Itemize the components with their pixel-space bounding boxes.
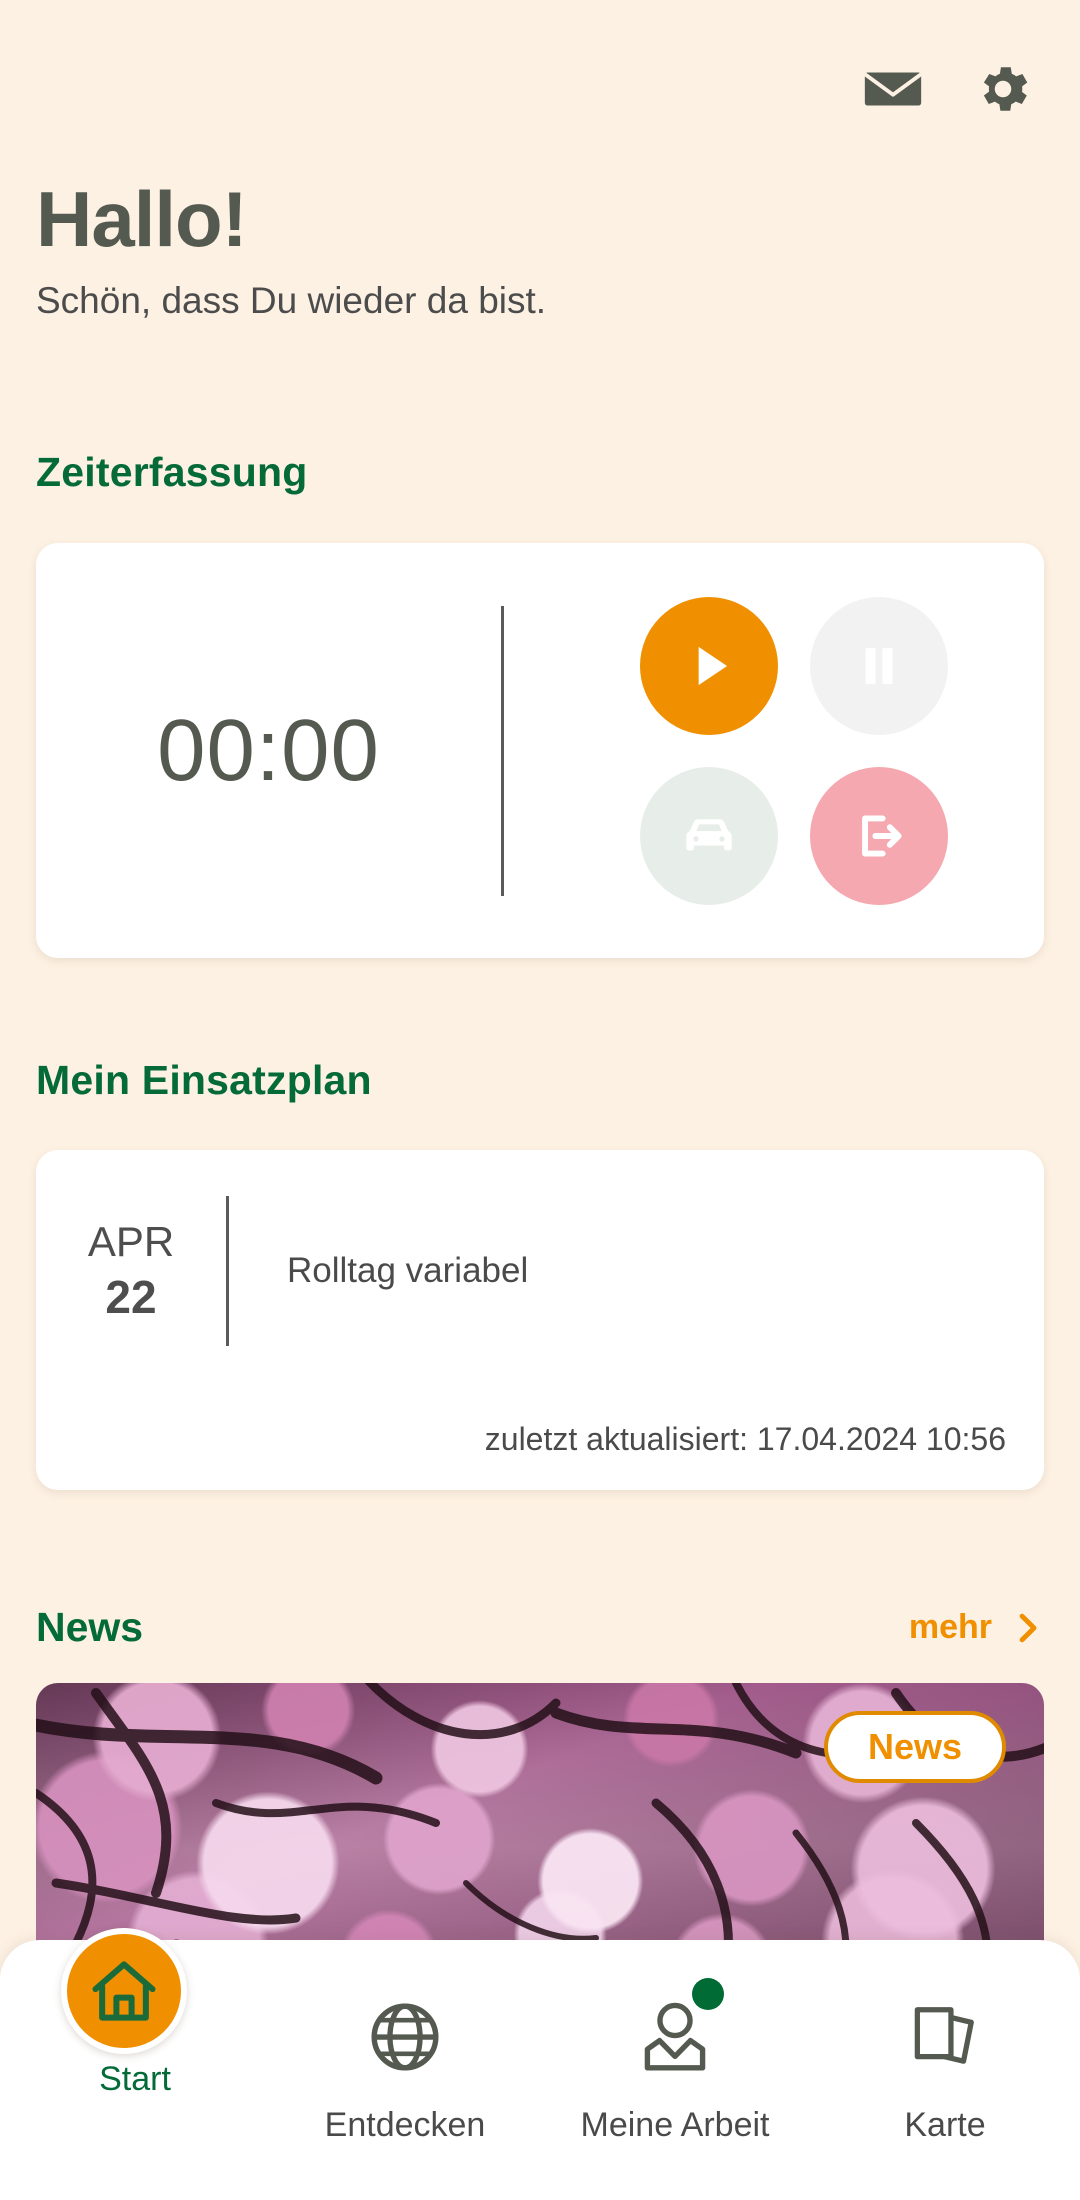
app-screen: Hallo! Schön, dass Du wieder da bist. Ze… [0,0,1080,2200]
plan-date: APR 22 [36,1216,226,1326]
nav-item-karte[interactable]: Karte [810,1974,1080,2145]
deployment-plan-card[interactable]: APR 22 Rolltag variabel zuletzt aktualis… [36,1150,1044,1490]
timer-value: 00:00 [157,701,380,799]
pause-button[interactable] [810,596,948,735]
top-icon-bar [862,58,1034,120]
nav-badge-dot [692,1978,724,2010]
nav-label-start: Start [99,2060,171,2098]
plan-description: Rolltag variabel [287,1251,529,1290]
nav-icon-meine-arbeit-wrap [612,1974,738,2100]
news-more-button[interactable]: mehr [909,1608,1044,1647]
nav-icon-entdecken-wrap [342,1974,468,2100]
timer-pause-cell [794,581,964,751]
drive-button[interactable] [640,766,778,905]
timer-divider [501,605,504,896]
mail-icon[interactable] [862,58,924,120]
section-title-time-tracking: Zeiterfassung [36,449,308,495]
nav-label-entdecken: Entdecken [324,2106,486,2144]
pause-icon [865,647,893,684]
news-card[interactable]: News [36,1683,1044,1983]
bottom-navigation: Start Entdecken Meine Arbeit Karte [0,1928,1080,2200]
section-title-deployment-plan: Mein Einsatzplan [36,1057,372,1103]
plan-day: 22 [105,1270,157,1323]
nav-icon-start-wrap [61,1928,187,2054]
nav-label-meine-arbeit: Meine Arbeit [580,2106,770,2144]
plan-divider [226,1196,229,1346]
nav-item-start[interactable]: Start [0,1928,270,2099]
page-title: Hallo! [36,175,248,263]
cards-icon [914,2007,974,2064]
plan-month: APR [87,1218,175,1265]
globe-icon [371,2003,439,2071]
timer-logout-cell [794,751,964,921]
logout-icon [862,814,902,857]
timer-play-cell [624,581,794,751]
chevron-right-icon [1019,1613,1037,1642]
nav-label-karte: Karte [904,2106,986,2144]
deployment-plan-row: APR 22 Rolltag variabel [36,1150,1044,1346]
greeting-block: Hallo! Schön, dass Du wieder da bist. [36,180,546,322]
nav-icon-karte-wrap [882,1974,1008,2100]
nav-item-meine-arbeit[interactable]: Meine Arbeit [540,1974,810,2145]
logout-button[interactable] [810,766,948,905]
news-header: News mehr [36,1604,1044,1651]
play-button[interactable] [640,596,778,735]
news-badge[interactable]: News [823,1711,1006,1783]
car-icon [686,818,732,850]
home-icon [92,1961,156,2021]
timer-button-grid [544,581,1044,921]
time-tracking-card: 00:00 [36,543,1044,958]
section-title-news: News [36,1604,144,1650]
play-icon [698,646,728,685]
gear-icon[interactable] [972,58,1034,120]
timer-drive-cell [624,751,794,921]
news-more-label: mehr [908,1608,992,1646]
nav-item-entdecken[interactable]: Entdecken [270,1974,540,2145]
greeting-subtitle: Schön, dass Du wieder da bist. [36,280,547,321]
timer-display-area: 00:00 [36,701,501,801]
plan-last-updated: zuletzt aktualisiert: 17.04.2024 10:56 [484,1421,1006,1457]
